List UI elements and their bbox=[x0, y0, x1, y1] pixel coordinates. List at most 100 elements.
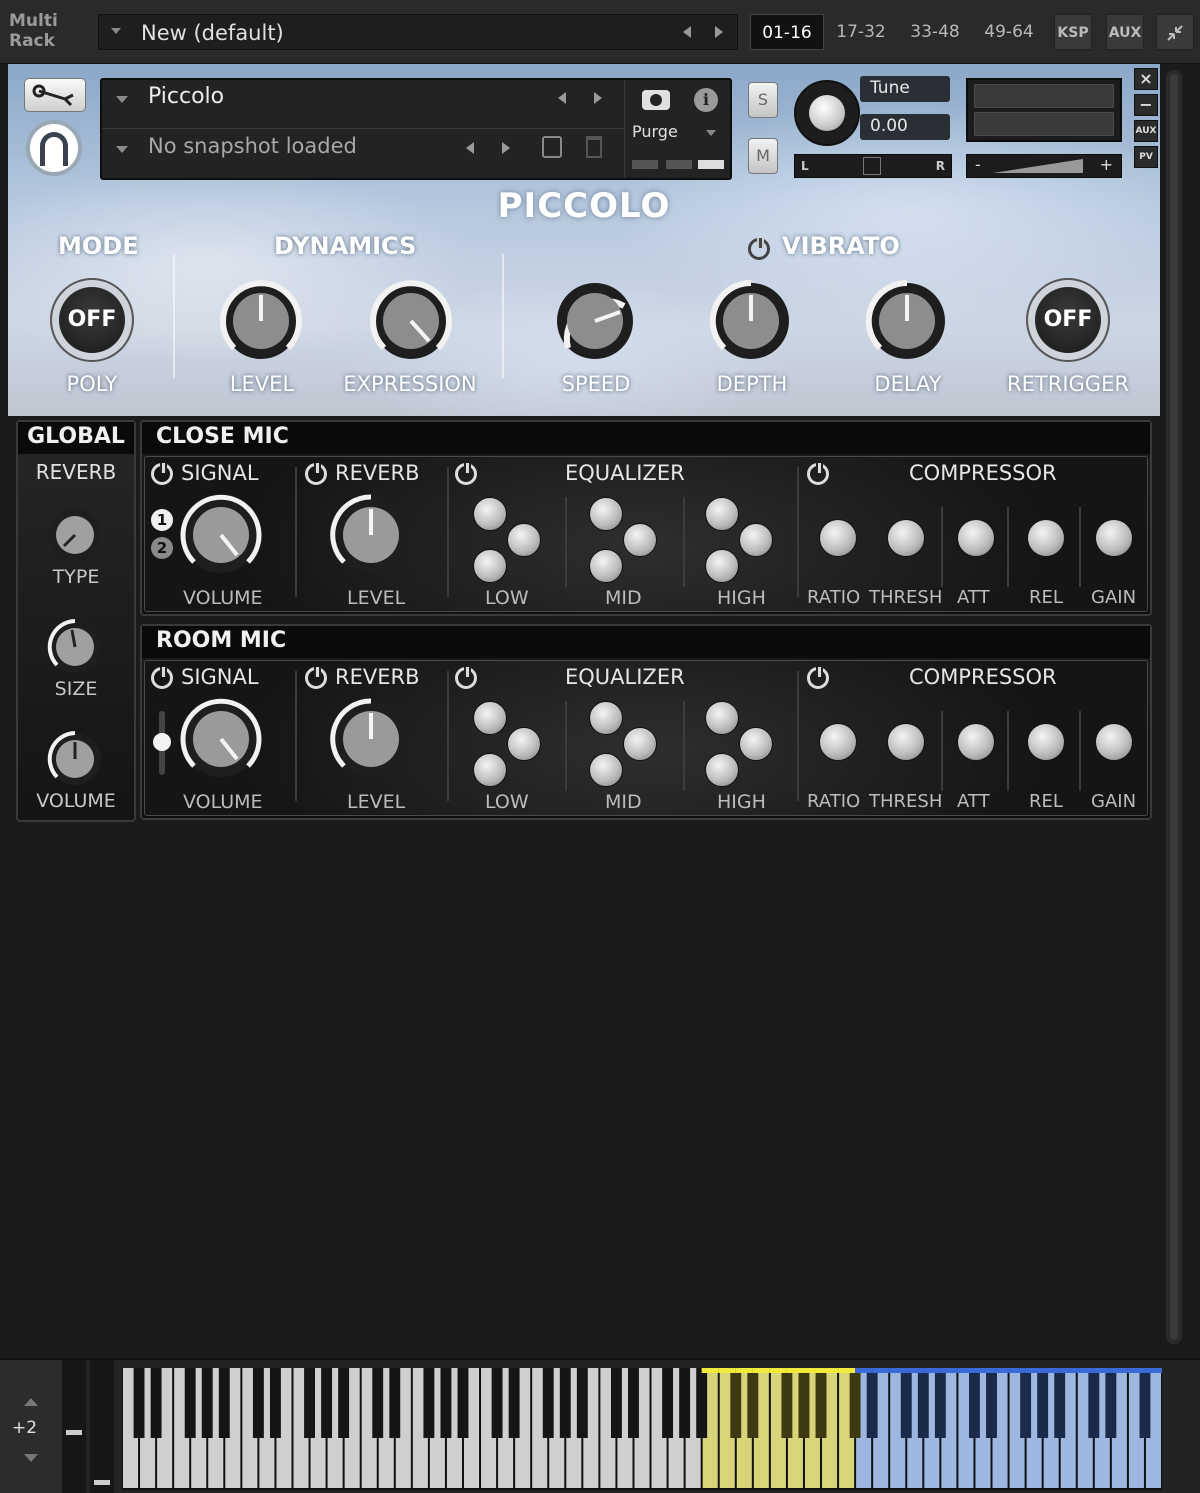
black-key[interactable] bbox=[218, 1368, 230, 1438]
depth-knob[interactable] bbox=[708, 278, 794, 364]
black-key[interactable] bbox=[269, 1368, 281, 1438]
black-key[interactable] bbox=[338, 1368, 350, 1438]
eq-high-freq-knob[interactable] bbox=[739, 523, 773, 557]
reverb-power-icon[interactable] bbox=[305, 667, 327, 689]
ksp-button[interactable]: KSP bbox=[1054, 14, 1092, 50]
black-key[interactable] bbox=[389, 1368, 401, 1438]
rack-preset-selector[interactable]: New (default) bbox=[98, 14, 738, 50]
black-key[interactable] bbox=[934, 1368, 946, 1438]
black-key[interactable] bbox=[559, 1368, 571, 1438]
mic-position-1-button[interactable]: 1 bbox=[151, 509, 173, 531]
reverb-volume-knob[interactable] bbox=[46, 730, 104, 788]
next-snapshot-icon[interactable] bbox=[502, 142, 510, 154]
tab-bank-17-32[interactable]: 17-32 bbox=[824, 14, 898, 50]
black-key[interactable] bbox=[542, 1368, 554, 1438]
room-pan-handle[interactable] bbox=[153, 733, 171, 751]
aux-panel-button[interactable]: AUX bbox=[1134, 120, 1158, 142]
comp-release-knob[interactable] bbox=[1027, 723, 1065, 761]
mod-wheel[interactable] bbox=[90, 1360, 114, 1493]
eq-mid-gain-knob[interactable] bbox=[589, 497, 623, 531]
black-key[interactable] bbox=[372, 1368, 384, 1438]
minimize-instrument-button[interactable]: − bbox=[1134, 94, 1158, 116]
pitch-wheel[interactable] bbox=[62, 1360, 86, 1493]
black-key[interactable] bbox=[747, 1368, 759, 1438]
black-key[interactable] bbox=[457, 1368, 469, 1438]
volume-slider[interactable]: - + bbox=[966, 154, 1122, 178]
eq-low-q-knob[interactable] bbox=[473, 549, 507, 583]
volume-ramp[interactable] bbox=[993, 159, 1083, 173]
chevron-down-icon[interactable] bbox=[116, 146, 128, 153]
chevron-down-icon[interactable] bbox=[706, 130, 716, 136]
black-key[interactable] bbox=[1088, 1368, 1100, 1438]
eq-mid-gain-knob[interactable] bbox=[589, 701, 623, 735]
eq-high-freq-knob[interactable] bbox=[739, 727, 773, 761]
speed-knob[interactable] bbox=[552, 278, 638, 364]
eq-mid-freq-knob[interactable] bbox=[623, 523, 657, 557]
eq-low-gain-knob[interactable] bbox=[473, 701, 507, 735]
tab-bank-01-16[interactable]: 01-16 bbox=[750, 14, 824, 50]
delay-knob[interactable] bbox=[864, 278, 950, 364]
signal-power-icon[interactable] bbox=[151, 667, 173, 689]
black-key[interactable] bbox=[491, 1368, 503, 1438]
black-key[interactable] bbox=[730, 1368, 742, 1438]
black-key[interactable] bbox=[184, 1368, 196, 1438]
vibrato-power-icon[interactable] bbox=[748, 238, 770, 260]
black-key[interactable] bbox=[440, 1368, 452, 1438]
comp-gain-knob[interactable] bbox=[1095, 519, 1133, 557]
eq-power-icon[interactable] bbox=[455, 463, 477, 485]
black-key[interactable] bbox=[969, 1368, 980, 1438]
chevron-down-icon[interactable] bbox=[111, 28, 121, 34]
save-snapshot-icon[interactable] bbox=[542, 136, 562, 158]
reverb-size-knob[interactable] bbox=[46, 618, 104, 676]
reverb-power-icon[interactable] bbox=[305, 463, 327, 485]
eq-mid-freq-knob[interactable] bbox=[623, 727, 657, 761]
black-key[interactable] bbox=[1020, 1368, 1032, 1438]
next-preset-icon[interactable] bbox=[715, 26, 723, 38]
close-instrument-button[interactable]: × bbox=[1134, 68, 1158, 90]
rack-scrollbar[interactable] bbox=[1166, 70, 1182, 1344]
black-key[interactable] bbox=[900, 1368, 912, 1438]
close-volume-knob[interactable] bbox=[179, 493, 263, 577]
eq-high-q-knob[interactable] bbox=[705, 753, 739, 787]
comp-ratio-knob[interactable] bbox=[819, 519, 857, 557]
compressor-power-icon[interactable] bbox=[807, 667, 829, 689]
tab-bank-33-48[interactable]: 33-48 bbox=[898, 14, 972, 50]
black-key[interactable] bbox=[304, 1368, 315, 1438]
black-key[interactable] bbox=[849, 1368, 861, 1438]
black-key[interactable] bbox=[610, 1368, 622, 1438]
level-knob[interactable] bbox=[218, 278, 304, 364]
pan-center-handle[interactable] bbox=[863, 157, 881, 175]
room-volume-knob[interactable] bbox=[179, 697, 263, 781]
collapse-button[interactable] bbox=[1156, 14, 1194, 50]
instrument-options-button[interactable] bbox=[24, 78, 86, 112]
black-key[interactable] bbox=[423, 1368, 435, 1438]
black-key[interactable] bbox=[662, 1368, 674, 1438]
black-key[interactable] bbox=[679, 1368, 691, 1438]
octave-up-icon[interactable] bbox=[24, 1398, 38, 1406]
info-icon[interactable]: i bbox=[694, 88, 718, 112]
mic-position-2-button[interactable]: 2 bbox=[151, 537, 173, 559]
black-key[interactable] bbox=[781, 1368, 793, 1438]
black-key[interactable] bbox=[696, 1368, 708, 1438]
black-key[interactable] bbox=[1037, 1368, 1049, 1438]
chevron-down-icon[interactable] bbox=[116, 96, 128, 103]
black-key[interactable] bbox=[628, 1368, 639, 1438]
retrigger-button[interactable]: OFF bbox=[1026, 278, 1110, 362]
reverb-type-knob[interactable] bbox=[46, 506, 104, 564]
prev-instrument-icon[interactable] bbox=[558, 92, 566, 104]
black-key[interactable] bbox=[201, 1368, 213, 1438]
black-key[interactable] bbox=[815, 1368, 827, 1438]
comp-gain-knob[interactable] bbox=[1095, 723, 1133, 761]
comp-attack-knob[interactable] bbox=[957, 519, 995, 557]
snapshot-name[interactable]: No snapshot loaded bbox=[148, 134, 357, 158]
camera-icon[interactable] bbox=[642, 90, 670, 110]
black-key[interactable] bbox=[133, 1368, 145, 1438]
pan-slider[interactable]: L R bbox=[794, 154, 952, 178]
black-key[interactable] bbox=[798, 1368, 810, 1438]
tab-bank-49-64[interactable]: 49-64 bbox=[972, 14, 1046, 50]
black-key[interactable] bbox=[986, 1368, 997, 1438]
tune-value[interactable]: 0.00 bbox=[870, 116, 908, 136]
mute-button[interactable]: M bbox=[748, 138, 778, 174]
black-key[interactable] bbox=[508, 1368, 520, 1438]
comp-thresh-knob[interactable] bbox=[887, 519, 925, 557]
